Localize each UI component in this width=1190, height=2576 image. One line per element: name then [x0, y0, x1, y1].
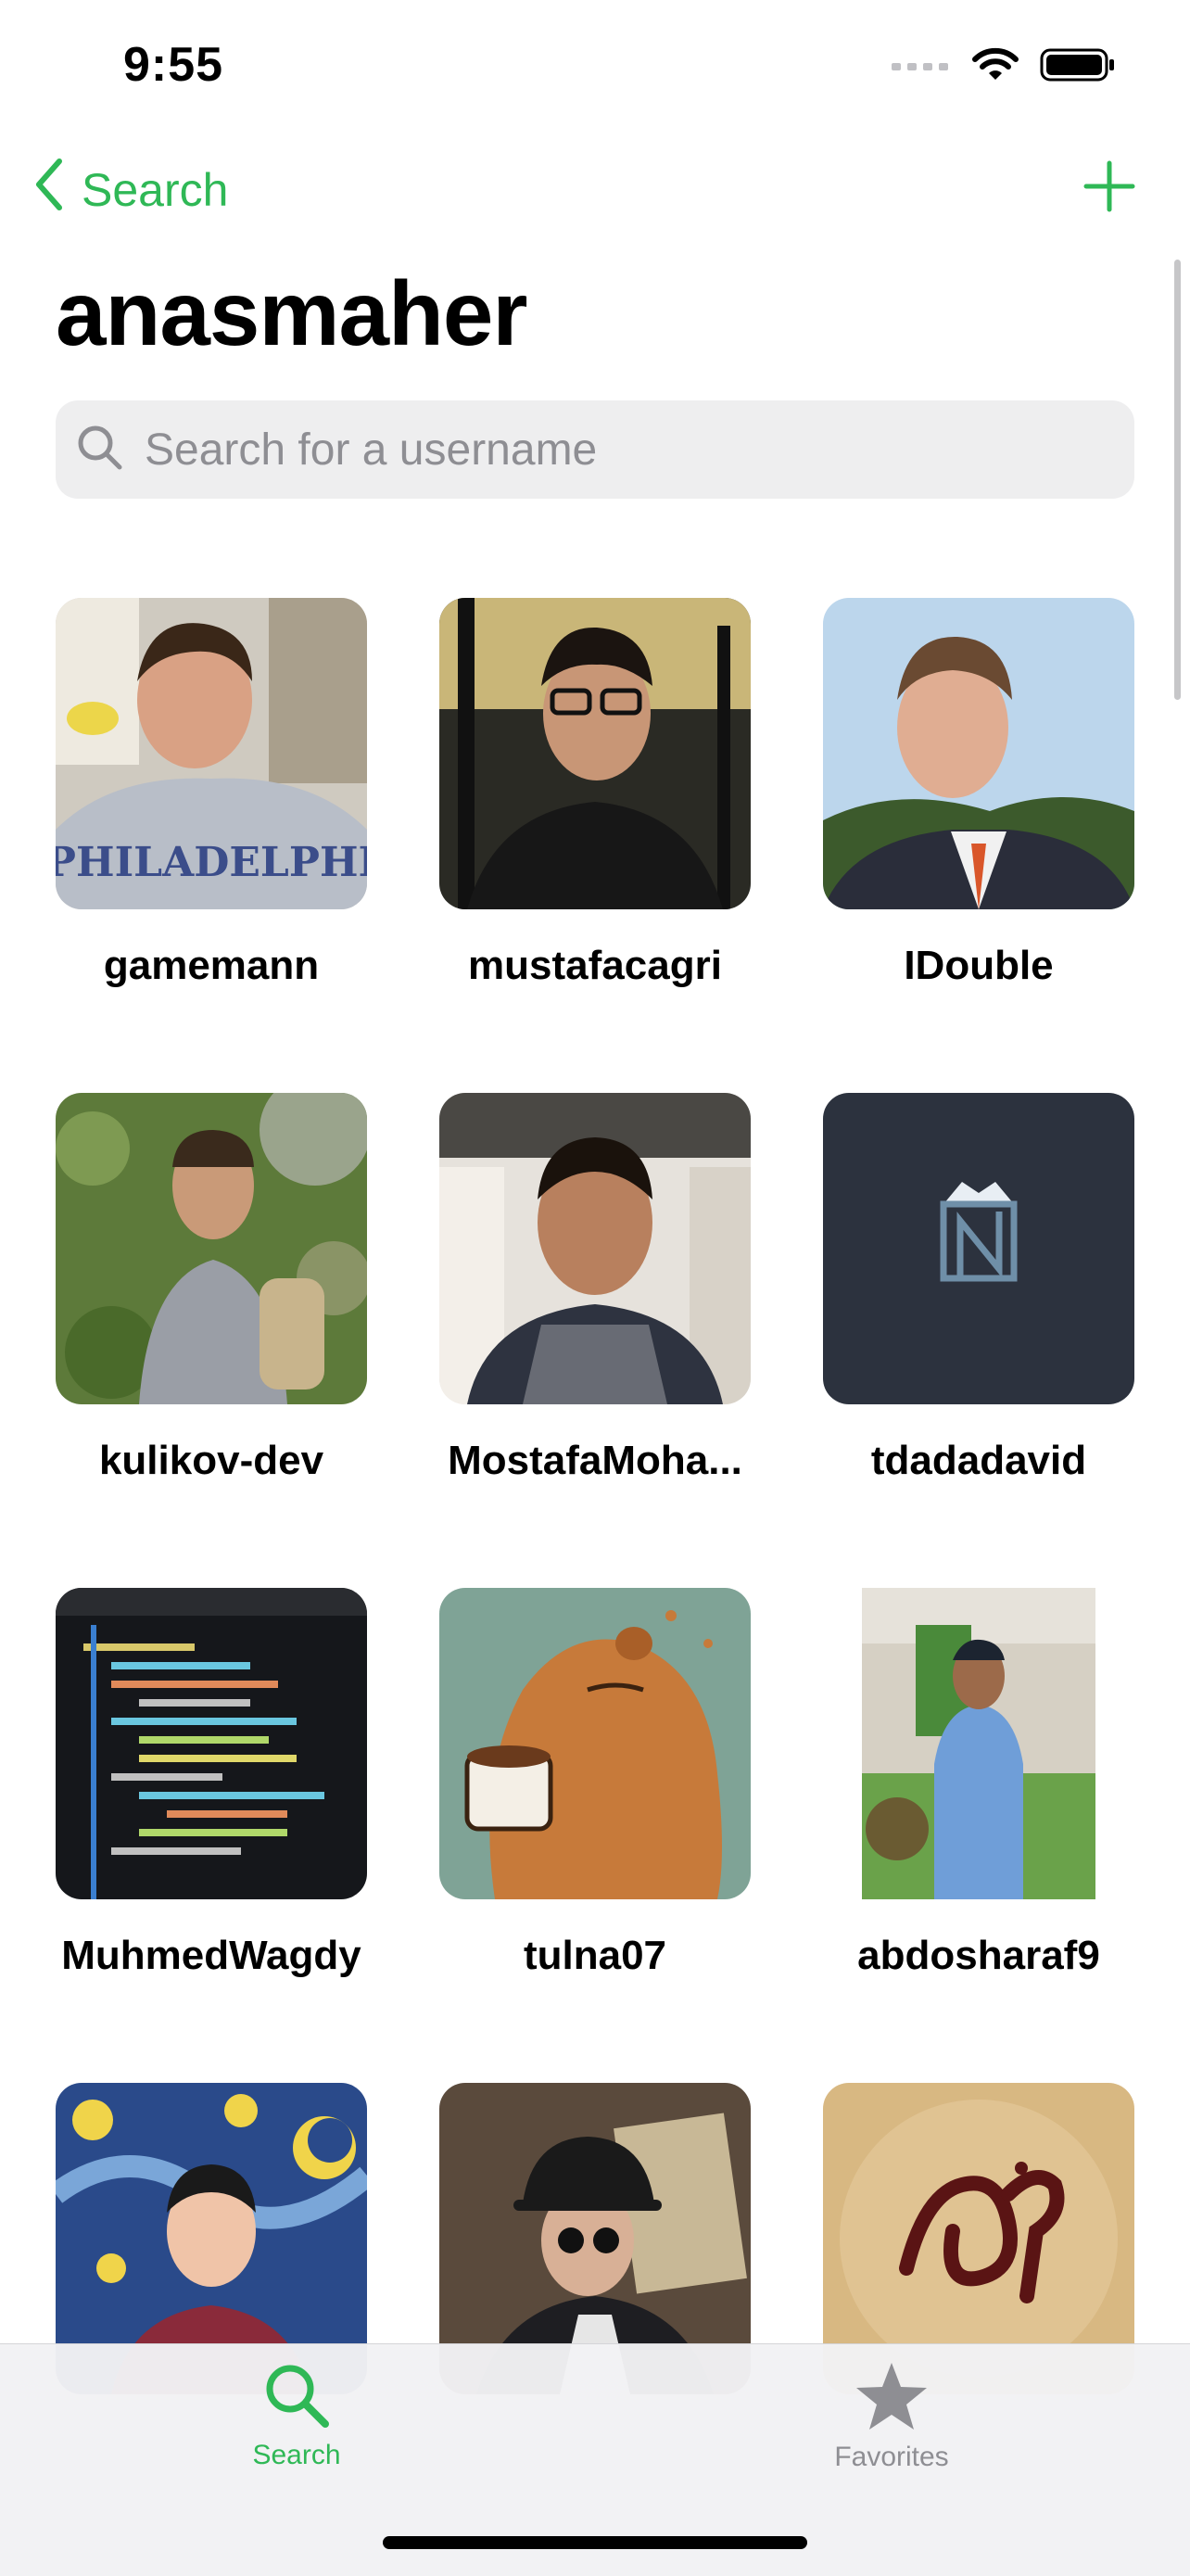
username: MostafaMoha...	[448, 1438, 742, 1483]
avatar	[439, 598, 751, 909]
user-card[interactable]: PHILADELPHI gamemann	[56, 598, 367, 989]
status-icons	[892, 46, 1116, 88]
user-card[interactable]: tdadadavid	[823, 1093, 1134, 1484]
home-indicator[interactable]	[383, 2536, 807, 2549]
username: kulikov-dev	[98, 1438, 324, 1483]
tab-search[interactable]: Search	[158, 2361, 436, 2471]
username: IDouble	[904, 943, 1054, 988]
chevron-left-icon	[33, 158, 65, 222]
wifi-icon	[971, 46, 1019, 88]
page-title: anasmaher	[56, 262, 528, 364]
scroll-indicator[interactable]	[1174, 260, 1181, 700]
avatar	[56, 1588, 367, 1899]
user-card[interactable]: mustafacagri	[439, 598, 751, 989]
search-input[interactable]	[143, 423, 1073, 476]
back-button-label: Search	[82, 164, 229, 216]
star-icon	[855, 2363, 929, 2435]
user-card[interactable]: kulikov-dev	[56, 1093, 367, 1484]
avatar	[439, 1093, 751, 1404]
username: tdadadavid	[870, 1438, 1087, 1483]
avatar	[823, 1588, 1134, 1899]
avatar	[439, 1588, 751, 1899]
battery-icon	[1040, 46, 1116, 88]
user-card[interactable]: tulna07	[439, 1588, 751, 1979]
tab-favorites-label: Favorites	[834, 2442, 949, 2472]
tab-search-label: Search	[252, 2440, 341, 2470]
user-card[interactable]: IDouble	[823, 598, 1134, 989]
username: MuhmedWagdy	[61, 1933, 361, 1978]
search-icon	[76, 424, 124, 476]
user-card[interactable]: MostafaMoha...	[439, 1093, 751, 1484]
avatar	[823, 598, 1134, 909]
navigation-bar: Search	[0, 148, 1190, 232]
status-bar: 9:55	[0, 0, 1190, 130]
svg-text:PHILADELPHI: PHILADELPHI	[56, 839, 367, 886]
avatar	[56, 1093, 367, 1404]
username: tulna07	[523, 1933, 667, 1978]
user-card[interactable]: abdosharaf9	[823, 1588, 1134, 1979]
add-button[interactable]	[1082, 159, 1136, 218]
search-field[interactable]	[56, 400, 1134, 499]
back-button[interactable]: Search	[33, 158, 228, 222]
search-icon	[262, 2365, 331, 2433]
username: abdosharaf9	[857, 1933, 1100, 1978]
username: mustafacagri	[468, 943, 722, 988]
avatar: PHILADELPHI	[56, 598, 367, 909]
user-card[interactable]: MuhmedWagdy	[56, 1588, 367, 1979]
plus-icon	[1082, 160, 1136, 217]
tab-favorites[interactable]: Favorites	[753, 2361, 1031, 2473]
status-time: 9:55	[123, 38, 224, 92]
avatar	[823, 1093, 1134, 1404]
signal-icon	[892, 57, 951, 77]
username: gamemann	[103, 943, 320, 988]
